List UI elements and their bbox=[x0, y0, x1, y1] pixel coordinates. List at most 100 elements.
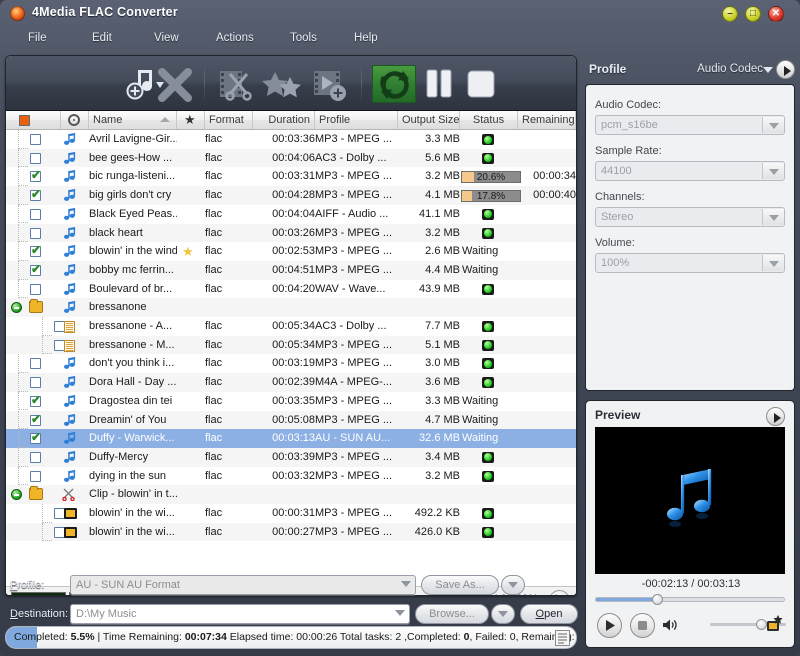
table-row[interactable]: blowin' in the wi...flac00:00:27MP3 - MP… bbox=[6, 523, 576, 542]
column-header-duration[interactable]: Duration bbox=[253, 111, 315, 129]
table-row[interactable]: Boulevard of br...flac00:04:20WAV - Wave… bbox=[6, 280, 576, 299]
menu-item-help[interactable]: Help bbox=[348, 30, 384, 46]
column-header-profile[interactable]: Profile bbox=[315, 111, 398, 129]
table-row[interactable]: bressanone - M...flac00:05:34MP3 - MPEG … bbox=[6, 336, 576, 355]
table-row[interactable]: Duffy-Mercyflac00:03:39MP3 - MPEG ...3.4… bbox=[6, 448, 576, 467]
channels-select[interactable]: Stereo bbox=[595, 207, 785, 227]
table-row[interactable]: Clip - blowin' in t... bbox=[6, 485, 576, 504]
table-row[interactable]: bressanone bbox=[6, 298, 576, 317]
select-all-icon[interactable] bbox=[19, 115, 30, 126]
menu-item-view[interactable]: View bbox=[148, 30, 185, 46]
row-checkbox[interactable] bbox=[30, 396, 41, 407]
column-header-remaining[interactable]: Remaining Time bbox=[518, 111, 576, 129]
disc-icon[interactable] bbox=[68, 114, 80, 126]
row-checkbox[interactable] bbox=[30, 265, 41, 276]
favorite-star-icon[interactable]: ★ bbox=[182, 244, 194, 260]
column-header-status[interactable]: Status bbox=[460, 111, 518, 129]
status-text: Waiting bbox=[462, 261, 520, 280]
expand-collapse-icon[interactable] bbox=[11, 489, 22, 500]
pause-button[interactable] bbox=[422, 64, 456, 104]
arrow-right-icon-2[interactable] bbox=[766, 407, 785, 426]
row-checkbox[interactable] bbox=[30, 433, 41, 444]
clip-button[interactable] bbox=[214, 64, 256, 104]
effect-button[interactable] bbox=[261, 64, 303, 104]
stop-button[interactable] bbox=[464, 64, 498, 104]
chevron-down-icon-field-3[interactable] bbox=[762, 255, 784, 271]
cell-remaining-time bbox=[518, 242, 576, 261]
table-row[interactable]: dying in the sunflac00:03:32MP3 - MPEG .… bbox=[6, 467, 576, 486]
chevron-down-icon-3[interactable] bbox=[395, 610, 405, 616]
convert-button[interactable] bbox=[372, 65, 416, 103]
arrow-right-icon[interactable] bbox=[776, 60, 795, 79]
star-icon-header[interactable]: ★ bbox=[184, 112, 196, 128]
row-checkbox[interactable] bbox=[30, 471, 41, 482]
menu-item-actions[interactable]: Actions bbox=[210, 30, 260, 46]
row-checkbox[interactable] bbox=[30, 246, 41, 257]
column-header-output_size[interactable]: Output Size bbox=[398, 111, 460, 129]
table-row[interactable]: Dragostea din teiflac00:03:35MP3 - MPEG … bbox=[6, 392, 576, 411]
chevron-down-icon-5[interactable] bbox=[763, 67, 773, 73]
chevron-down-icon-field-2[interactable] bbox=[762, 209, 784, 225]
browse-button[interactable]: Browse... bbox=[415, 604, 489, 624]
table-row[interactable]: big girls don't cryflac00:04:28MP3 - MPE… bbox=[6, 186, 576, 205]
volume-select[interactable]: 100% bbox=[595, 253, 785, 273]
file-list-body[interactable]: Avril Lavigne-Gir...flac00:03:36MP3 - MP… bbox=[6, 130, 576, 586]
row-checkbox[interactable] bbox=[30, 228, 41, 239]
remove-file-button[interactable] bbox=[154, 64, 196, 104]
row-checkbox[interactable] bbox=[30, 209, 41, 220]
destination-input[interactable]: D:\My Music bbox=[70, 604, 410, 624]
menu-item-edit[interactable]: Edit bbox=[86, 30, 118, 46]
table-row[interactable]: Duffy - Warwick...flac00:03:13AU - SUN A… bbox=[6, 429, 576, 448]
expand-collapse-icon[interactable] bbox=[11, 302, 22, 313]
column-header-format[interactable]: Format bbox=[205, 111, 253, 129]
preview-seek-slider[interactable] bbox=[595, 597, 785, 602]
profile-tab-audio-codec[interactable]: Audio Codec bbox=[697, 63, 763, 75]
table-row[interactable]: bee gees-How ...flac00:04:06AC3 - Dolby … bbox=[6, 149, 576, 168]
row-checkbox[interactable] bbox=[30, 284, 41, 295]
row-checkbox[interactable] bbox=[30, 153, 41, 164]
stop-button-preview[interactable] bbox=[630, 613, 655, 638]
merge-button[interactable] bbox=[308, 64, 350, 104]
table-row[interactable]: blowin' in the wi...flac00:00:31MP3 - MP… bbox=[6, 504, 576, 523]
row-checkbox[interactable] bbox=[30, 134, 41, 145]
row-checkbox[interactable] bbox=[30, 415, 41, 426]
minimize-button[interactable]: – bbox=[722, 6, 738, 22]
speaker-icon[interactable] bbox=[662, 618, 678, 635]
table-row[interactable]: Dora Hall - Day ...flac00:02:39M4A - MPE… bbox=[6, 373, 576, 392]
row-checkbox[interactable] bbox=[30, 452, 41, 463]
row-checkbox[interactable] bbox=[30, 171, 41, 182]
table-row[interactable]: black heartflac00:03:26MP3 - MPEG ...3.2… bbox=[6, 224, 576, 243]
save-as-button[interactable]: Save As... bbox=[421, 575, 499, 595]
table-row[interactable]: bressanone - A...flac00:05:34AC3 - Dolby… bbox=[6, 317, 576, 336]
chevron-down-icon[interactable] bbox=[401, 581, 411, 587]
profile-select[interactable]: AU - SUN AU Format bbox=[70, 575, 416, 595]
chevron-down-icon-field-1[interactable] bbox=[762, 163, 784, 179]
log-list-icon[interactable] bbox=[555, 630, 570, 646]
audio-codec-select[interactable]: pcm_s16be bbox=[595, 115, 785, 135]
table-row[interactable]: don't you think i...flac00:03:19MP3 - MP… bbox=[6, 354, 576, 373]
menu-item-tools[interactable]: Tools bbox=[284, 30, 323, 46]
chevron-down-icon-field-0[interactable] bbox=[762, 117, 784, 133]
column-header-check[interactable] bbox=[6, 111, 61, 129]
sample-rate-select[interactable]: 44100 bbox=[595, 161, 785, 181]
seek-knob[interactable] bbox=[652, 594, 663, 605]
maximize-button[interactable]: □ bbox=[745, 6, 761, 22]
tree-connector bbox=[18, 224, 28, 243]
table-row[interactable]: blowin' in the wind★flac00:02:53MP3 - MP… bbox=[6, 242, 576, 261]
table-row[interactable]: Dreamin' of Youflac00:05:08MP3 - MPEG ..… bbox=[6, 411, 576, 430]
row-checkbox[interactable] bbox=[30, 190, 41, 201]
browse-dropdown[interactable] bbox=[491, 604, 515, 624]
table-row[interactable]: Avril Lavigne-Gir...flac00:03:36MP3 - MP… bbox=[6, 130, 576, 149]
row-checkbox[interactable] bbox=[30, 377, 41, 388]
table-row[interactable]: bobby mc ferrin...flac00:04:51MP3 - MPEG… bbox=[6, 261, 576, 280]
snapshot-star-icon[interactable] bbox=[764, 614, 784, 637]
open-button[interactable]: Open bbox=[520, 604, 578, 624]
preview-screen[interactable] bbox=[595, 427, 785, 574]
save-as-dropdown[interactable] bbox=[501, 575, 525, 595]
table-row[interactable]: Black Eyed Peas...flac00:04:04AIFF - Aud… bbox=[6, 205, 576, 224]
close-button[interactable]: ✕ bbox=[768, 6, 784, 22]
row-checkbox[interactable] bbox=[30, 358, 41, 369]
table-row[interactable]: bic runga-listeni...flac00:03:31MP3 - MP… bbox=[6, 167, 576, 186]
play-button[interactable] bbox=[597, 613, 622, 638]
menu-item-file[interactable]: File bbox=[22, 30, 53, 46]
